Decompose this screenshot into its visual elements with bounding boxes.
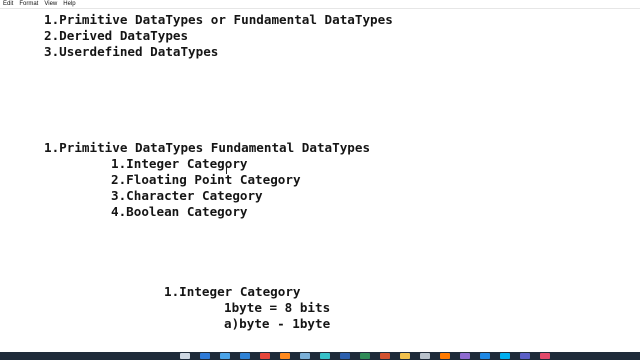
chrome-icon[interactable] [260, 353, 270, 359]
task-view-icon[interactable] [180, 353, 190, 359]
skype-icon[interactable] [500, 353, 510, 359]
notepad-icon[interactable] [300, 353, 310, 359]
word-icon[interactable] [340, 353, 350, 359]
menu-bar: Edit Format View Help [0, 0, 640, 9]
code-icon[interactable] [480, 353, 490, 359]
store-icon[interactable] [220, 353, 230, 359]
text-line: 4.Boolean Category [111, 204, 248, 219]
excel-icon[interactable] [360, 353, 370, 359]
settings-icon[interactable] [420, 353, 430, 359]
text-line: a)byte - 1byte [224, 316, 331, 331]
text-line: 1.Primitive DataTypes Fundamental DataTy… [44, 140, 371, 155]
text-line: 3.Userdefined DataTypes [44, 44, 219, 59]
mail-icon[interactable] [240, 353, 250, 359]
text-line: 1.Integer Category [111, 156, 248, 171]
text-line: 1byte = 8 bits [224, 300, 331, 315]
taskbar [0, 352, 640, 360]
text-line: 1.Integer Category [164, 284, 301, 299]
photos-icon[interactable] [460, 353, 470, 359]
explorer-icon[interactable] [400, 353, 410, 359]
text-line: 2.Derived DataTypes [44, 28, 189, 43]
teams-icon[interactable] [520, 353, 530, 359]
vlc-icon[interactable] [440, 353, 450, 359]
edge-icon[interactable] [200, 353, 210, 359]
menu-format[interactable]: Format [16, 0, 41, 8]
text-cursor [226, 163, 227, 174]
terminal-icon[interactable] [320, 353, 330, 359]
text-line: 3.Character Category [111, 188, 263, 203]
music-icon[interactable] [540, 353, 550, 359]
text-editor-area[interactable]: 1.Primitive DataTypes or Fundamental Dat… [0, 9, 640, 352]
menu-edit[interactable]: Edit [0, 0, 16, 8]
menu-help[interactable]: Help [60, 0, 78, 8]
text-line: 2.Floating Point Category [111, 172, 301, 187]
text-line: 1.Primitive DataTypes or Fundamental Dat… [44, 12, 393, 27]
menu-view[interactable]: View [41, 0, 60, 8]
firefox-icon[interactable] [280, 353, 290, 359]
powerpoint-icon[interactable] [380, 353, 390, 359]
